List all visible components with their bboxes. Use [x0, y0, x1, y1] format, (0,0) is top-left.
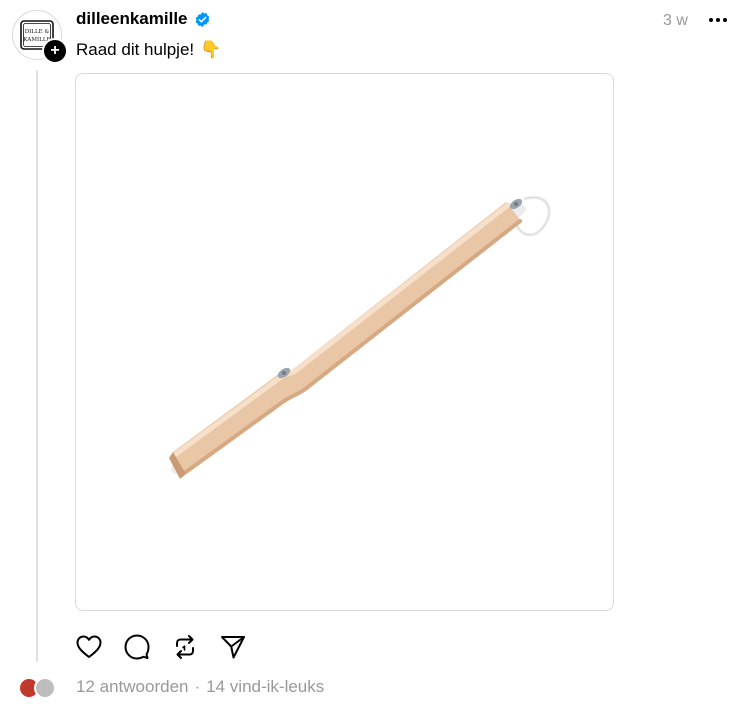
- more-dots-icon[interactable]: [706, 10, 730, 30]
- thread-line: [36, 70, 38, 662]
- replies-count[interactable]: 12 antwoorden: [76, 677, 188, 697]
- replier-avatar-2: [34, 677, 56, 699]
- likes-count[interactable]: 14 vind-ik-leuks: [206, 677, 324, 697]
- post-time[interactable]: 3 w: [663, 12, 688, 30]
- logo-text-line1: DILLE &: [25, 29, 50, 35]
- post-stats: 12 antwoorden · 14 vind-ik-leuks: [76, 677, 324, 697]
- wooden-stick-image: [169, 195, 551, 479]
- follow-plus-icon[interactable]: +: [42, 38, 68, 64]
- send-icon[interactable]: [220, 634, 246, 660]
- action-bar: [76, 632, 246, 662]
- verified-badge-icon: [194, 11, 211, 28]
- replier-avatars[interactable]: [18, 676, 60, 699]
- post-footer: 12 antwoorden · 14 vind-ik-leuks: [18, 674, 324, 700]
- repost-icon[interactable]: [172, 634, 198, 660]
- pointing-down-emoji: 👇: [200, 40, 222, 59]
- post-image[interactable]: [75, 73, 614, 611]
- username-link[interactable]: dilleenkamille: [76, 9, 211, 29]
- comment-icon[interactable]: [124, 634, 150, 660]
- profile-avatar[interactable]: DILLE & KAMILLE +: [12, 10, 68, 64]
- heart-icon[interactable]: [76, 634, 102, 660]
- caption-text: Raad dit hulpje!: [76, 40, 195, 59]
- post-caption: Raad dit hulpje! 👇: [76, 40, 221, 60]
- stats-separator: ·: [194, 677, 201, 696]
- username: dilleenkamille: [76, 9, 188, 28]
